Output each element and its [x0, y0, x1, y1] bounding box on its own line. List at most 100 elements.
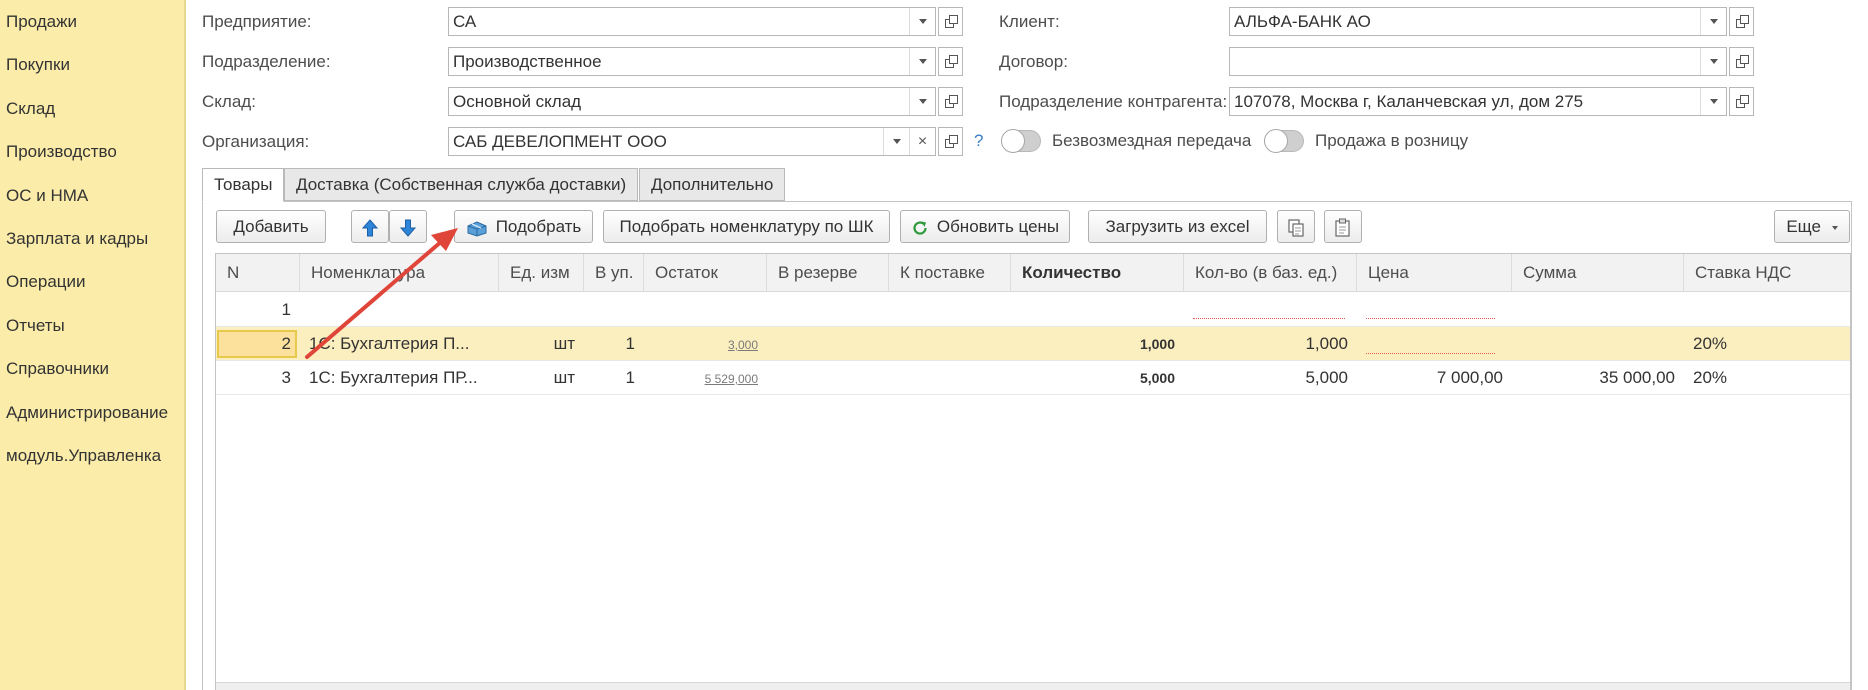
department-label: Подразделение: [202, 52, 331, 71]
move-up-button[interactable] [351, 210, 389, 243]
sidebar-item-operations[interactable]: Операции [0, 260, 184, 303]
client-label: Клиент: [999, 12, 1060, 31]
department-field[interactable]: Производственное [448, 47, 936, 76]
col-stock[interactable]: Остаток [644, 254, 767, 292]
sidebar-item-catalogs[interactable]: Справочники [0, 347, 184, 390]
counterparty-department-open-button[interactable] [1729, 87, 1754, 116]
organization-open-button[interactable] [938, 127, 963, 156]
copy-icon [1288, 218, 1304, 237]
load-excel-button[interactable]: Загрузить из excel [1088, 210, 1267, 243]
sidebar-item-management-module[interactable]: модуль.Управленка [0, 434, 184, 477]
col-price[interactable]: Цена [1357, 254, 1512, 292]
sidebar-item-production[interactable]: Производство [0, 130, 184, 173]
chevron-down-icon [1831, 225, 1838, 230]
col-sum[interactable]: Сумма [1512, 254, 1684, 292]
col-pack[interactable]: В уп. [584, 254, 644, 292]
table-row-selected[interactable]: 2 1С: Бухгалтерия П... шт 1 3,000 1,000 … [216, 327, 1850, 361]
enterprise-label: Предприятие: [202, 12, 312, 31]
move-down-button[interactable] [389, 210, 427, 243]
client-value: АЛЬФА-БАНК АО [1234, 12, 1371, 31]
sections-sidebar: Продажи Покупки Склад Производство ОС и … [0, 0, 186, 690]
close-icon: × [917, 132, 928, 150]
warehouse-open-button[interactable] [938, 87, 963, 116]
tab-delivery[interactable]: Доставка (Собственная служба доставки) [284, 168, 639, 201]
chevron-down-icon [1709, 59, 1718, 64]
col-quantity[interactable]: Количество [1011, 254, 1184, 292]
row-vat: 20% [1693, 334, 1728, 353]
sidebar-item-reports[interactable]: Отчеты [0, 304, 184, 347]
counterparty-department-field[interactable]: 107078, Москва г, Каланчевская ул, дом 2… [1229, 87, 1727, 116]
update-prices-button[interactable]: Обновить цены [900, 210, 1070, 243]
counterparty-department-value: 107078, Москва г, Каланчевская ул, дом 2… [1234, 92, 1584, 111]
client-open-button[interactable] [1729, 7, 1754, 36]
col-qty-base[interactable]: Кол-во (в баз. ед.) [1184, 254, 1357, 292]
sidebar-item-administration[interactable]: Администрирование [0, 391, 184, 434]
chevron-down-icon [1709, 99, 1718, 104]
contract-dropdown-button[interactable] [1700, 48, 1726, 75]
free-transfer-label: Безвозмездная передача [1052, 131, 1252, 150]
contract-open-button[interactable] [1729, 47, 1754, 76]
table-header: N Номенклатура Ед. изм В уп. Остаток В р… [216, 254, 1850, 292]
sidebar-item-sales[interactable]: Продажи [0, 0, 184, 43]
client-dropdown-button[interactable] [1700, 8, 1726, 35]
col-n[interactable]: N [216, 254, 300, 292]
stock-link[interactable]: 5 529,000 [705, 372, 758, 386]
retail-sale-toggle[interactable] [1264, 129, 1304, 153]
counterparty-department-dropdown-button[interactable] [1700, 88, 1726, 115]
chevron-down-icon [918, 59, 927, 64]
client-field[interactable]: АЛЬФА-БАНК АО [1229, 7, 1727, 36]
warehouse-value: Основной склад [453, 92, 582, 111]
row-item: 1С: Бухгалтерия ПР... [309, 368, 478, 387]
table-row[interactable]: 3 1С: Бухгалтерия ПР... шт 1 5 529,000 5… [216, 361, 1850, 395]
department-open-button[interactable] [938, 47, 963, 76]
tab-goods[interactable]: Товары [202, 168, 285, 202]
goods-table: N Номенклатура Ед. изм В уп. Остаток В р… [215, 253, 1851, 690]
paste-rows-button[interactable] [1324, 210, 1362, 243]
organization-clear-button[interactable]: × [909, 128, 935, 155]
row-stock[interactable]: 3,000 [644, 327, 767, 361]
col-unit[interactable]: Ед. изм [499, 254, 584, 292]
more-menu-button[interactable]: Еще [1774, 210, 1850, 243]
row-n: 1 [281, 300, 291, 319]
pick-button[interactable]: Подобрать [454, 210, 593, 243]
required-underline [1193, 318, 1345, 319]
row-unit: шт [553, 368, 575, 387]
organization-help-icon[interactable]: ? [974, 131, 983, 151]
enterprise-field[interactable]: СА [448, 7, 936, 36]
row-price: 7 000,00 [1436, 368, 1503, 387]
free-transfer-toggle[interactable] [1001, 129, 1041, 153]
warehouse-dropdown-button[interactable] [909, 88, 935, 115]
document-form: Предприятие: Подразделение: Склад: Орган… [186, 0, 1868, 690]
enterprise-open-button[interactable] [938, 7, 963, 36]
arrow-down-icon [400, 219, 416, 237]
row-item: 1С: Бухгалтерия П... [309, 334, 470, 353]
sidebar-item-payroll[interactable]: Зарплата и кадры [0, 217, 184, 260]
chevron-down-icon [892, 139, 901, 144]
department-dropdown-button[interactable] [909, 48, 935, 75]
department-value: Производственное [453, 52, 602, 71]
col-to-deliver[interactable]: К поставке [889, 254, 1011, 292]
organization-label: Организация: [202, 132, 310, 151]
warehouse-field[interactable]: Основной склад [448, 87, 936, 116]
pick-button-label: Подобрать [495, 217, 582, 236]
col-reserve[interactable]: В резерве [767, 254, 889, 292]
contract-field[interactable] [1229, 47, 1727, 76]
col-vat[interactable]: Ставка НДС [1684, 254, 1850, 292]
row-stock[interactable]: 5 529,000 [644, 361, 767, 395]
sidebar-item-fixed-assets[interactable]: ОС и НМА [0, 174, 184, 217]
tab-additional[interactable]: Дополнительно [639, 168, 786, 201]
organization-dropdown-button[interactable] [883, 128, 909, 155]
pick-by-barcode-button[interactable]: Подобрать номенклатуру по ШК [603, 210, 890, 243]
sidebar-item-warehouse[interactable]: Склад [0, 87, 184, 130]
col-item[interactable]: Номенклатура [300, 254, 499, 292]
refresh-icon [913, 220, 927, 235]
stock-link[interactable]: 3,000 [728, 338, 758, 352]
sidebar-item-purchases[interactable]: Покупки [0, 43, 184, 86]
copy-rows-button[interactable] [1277, 210, 1315, 243]
table-row[interactable]: 1 [216, 293, 1850, 327]
add-button[interactable]: Добавить [216, 210, 326, 243]
chevron-down-icon [1709, 19, 1718, 24]
enterprise-dropdown-button[interactable] [909, 8, 935, 35]
arrow-up-icon [362, 218, 378, 237]
organization-field[interactable]: САБ ДЕВЕЛОПМЕНТ ООО × [448, 127, 936, 156]
